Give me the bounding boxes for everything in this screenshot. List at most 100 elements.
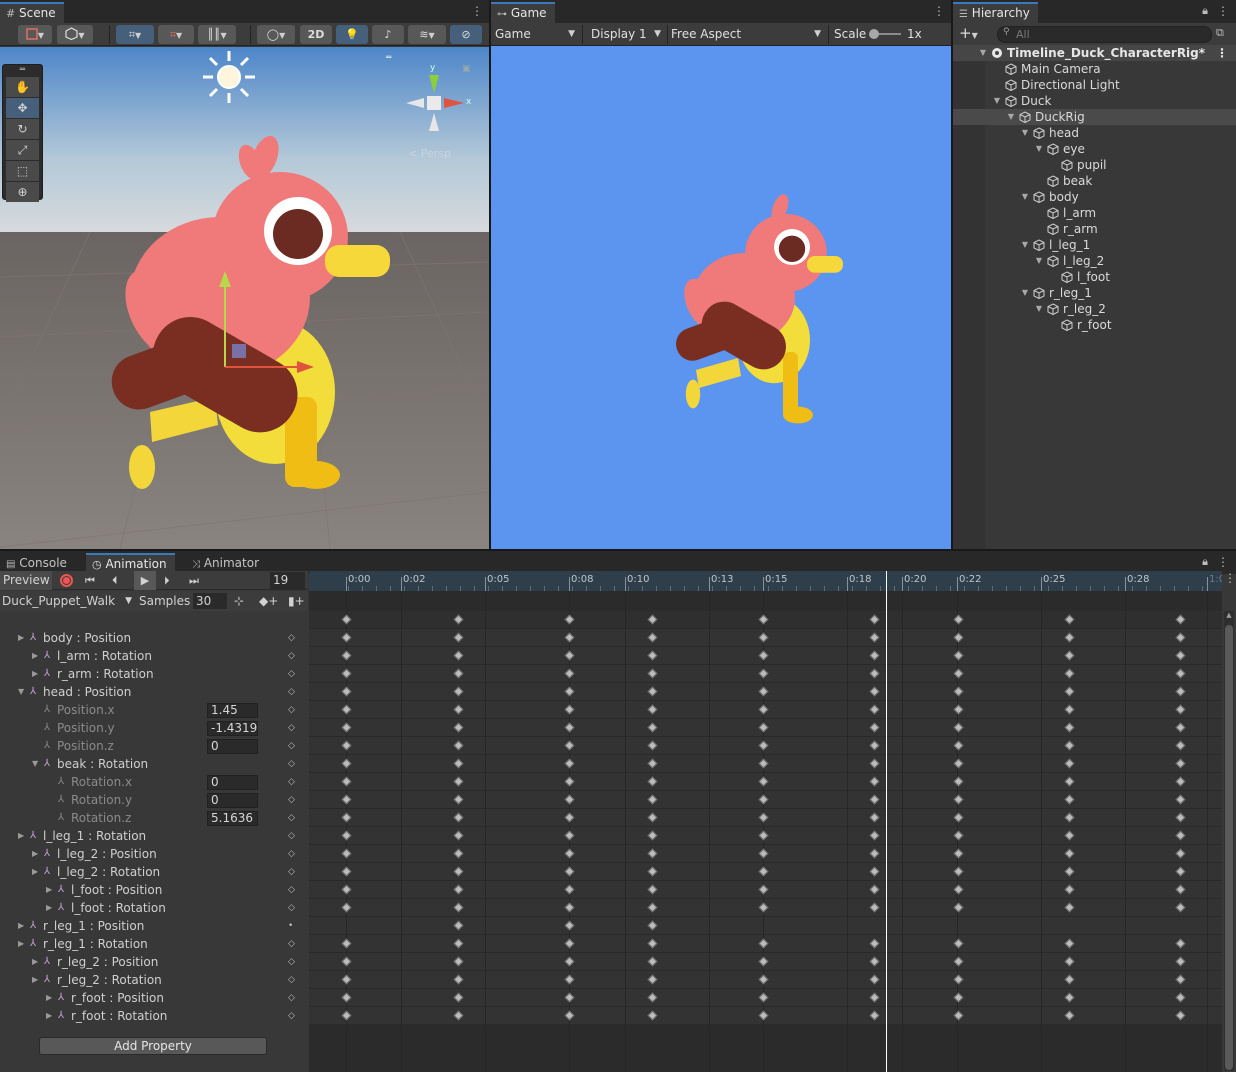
key-toggle-icon[interactable]: ◇ <box>288 867 295 877</box>
timeline-scrollbar[interactable]: ▲ <box>1224 611 1234 1071</box>
fold-arrow-icon[interactable]: ▶ <box>18 827 24 845</box>
property-value-field[interactable]: 0 <box>207 793 258 808</box>
scene-menu-icon[interactable]: ⋮ <box>471 3 483 19</box>
overlay-grip-icon[interactable]: ═ <box>3 65 42 77</box>
samples-field[interactable]: 30 <box>193 593 227 609</box>
scroll-up-icon[interactable]: ▲ <box>1224 611 1234 619</box>
fold-arrow-icon[interactable]: ▶ <box>46 881 52 899</box>
draw-mode-button[interactable]: ▼ <box>18 25 52 44</box>
fold-arrow-icon[interactable]: ▶ <box>18 917 24 935</box>
prev-key-button[interactable]: ⏴ <box>112 571 118 590</box>
scale-slider-thumb[interactable] <box>869 29 879 39</box>
audio-toggle-button[interactable]: ♪ <box>372 25 404 44</box>
key-toggle-icon[interactable]: ◇ <box>288 705 295 715</box>
persp-label[interactable]: < Persp <box>408 147 451 160</box>
fold-arrow-icon[interactable]: ▶ <box>32 647 38 665</box>
key-toggle-icon[interactable]: ◇ <box>288 813 295 823</box>
rect-tool-button[interactable]: ⬚ <box>6 161 39 181</box>
scene-viewport[interactable]: y x < Persp ▣ ═ ═ ✋ ✥ ↻ ⤢ ⬚ ⊕ <box>0 47 489 549</box>
property-label[interactable]: r_leg_2 : Rotation <box>57 971 162 989</box>
property-label[interactable]: r_arm : Rotation <box>57 665 154 683</box>
fold-arrow-icon[interactable]: ▶ <box>32 845 38 863</box>
scale-tool-button[interactable]: ⤢ <box>6 140 39 160</box>
hierarchy-item[interactable]: ▼ body <box>953 189 1236 205</box>
key-toggle-icon[interactable]: ◇ <box>288 741 295 751</box>
property-label[interactable]: Rotation.x <box>71 773 132 791</box>
property-value-field[interactable]: 1.45 <box>207 703 258 718</box>
animation-menu-icon[interactable]: ⋮ <box>1217 554 1229 570</box>
effects-button[interactable]: ≋▼ <box>408 25 446 44</box>
next-key-button[interactable]: ⏵ <box>164 571 170 590</box>
fold-arrow-icon[interactable]: ▼ <box>1033 253 1045 269</box>
fold-arrow-icon[interactable]: ▼ <box>32 755 38 773</box>
key-toggle-icon[interactable]: ◇ <box>288 687 295 697</box>
lock-view-icon[interactable]: ▣ <box>462 64 471 74</box>
scene-visibility-button[interactable]: ⊘ <box>450 25 482 44</box>
key-toggle-icon[interactable]: ◇ <box>288 1011 295 1021</box>
game-viewport[interactable] <box>491 46 951 549</box>
property-label[interactable]: r_foot : Position <box>71 989 164 1007</box>
key-toggle-icon[interactable]: ◇ <box>288 723 295 733</box>
property-label[interactable]: Position.x <box>57 701 115 719</box>
key-toggle-icon[interactable]: • <box>288 921 293 931</box>
fold-arrow-icon[interactable]: ▶ <box>18 629 24 647</box>
timeline-menu-icon[interactable]: ⋮ <box>1224 571 1236 585</box>
property-label[interactable]: beak : Rotation <box>57 755 148 773</box>
property-label[interactable]: body : Position <box>43 629 131 647</box>
tab-scene[interactable]: # Scene <box>0 2 64 23</box>
key-toggle-icon[interactable]: ◇ <box>288 957 295 967</box>
hierarchy-item[interactable]: beak <box>953 173 1236 189</box>
key-toggle-icon[interactable]: ◇ <box>288 633 295 643</box>
hierarchy-item[interactable]: l_foot <box>953 269 1236 285</box>
hierarchy-item[interactable]: Main Camera <box>953 61 1236 77</box>
search-input[interactable]: ⚲ All <box>997 26 1212 43</box>
fold-arrow-icon[interactable]: ▼ <box>1033 301 1045 317</box>
hierarchy-menu-icon[interactable]: ⋮ <box>1217 3 1229 19</box>
display-select[interactable]: Display 1 ▼ <box>587 23 667 45</box>
add-event-button[interactable]: ▮+ <box>288 591 305 611</box>
scrollbar-thumb[interactable] <box>1225 625 1233 1070</box>
fold-arrow-icon[interactable]: ▶ <box>18 935 24 953</box>
fold-arrow-icon[interactable]: ▼ <box>1005 109 1017 125</box>
play-button[interactable]: ▶ <box>134 571 156 590</box>
grid-visibility-button[interactable]: ║║▼ <box>198 25 236 44</box>
hierarchy-item[interactable]: r_arm <box>953 221 1236 237</box>
playhead[interactable] <box>886 571 887 1072</box>
property-label[interactable]: Position.z <box>57 737 114 755</box>
fold-arrow-icon[interactable]: ▼ <box>1019 189 1031 205</box>
fold-arrow-icon[interactable]: ▶ <box>32 971 38 989</box>
last-key-button[interactable]: ⏭ <box>189 571 199 590</box>
fold-arrow-icon[interactable]: ▶ <box>46 899 52 917</box>
fold-arrow-icon[interactable]: ▶ <box>46 989 52 1007</box>
scale-slider[interactable] <box>869 29 901 39</box>
add-property-button[interactable]: Add Property <box>39 1037 267 1055</box>
key-toggle-icon[interactable]: ◇ <box>288 777 295 787</box>
key-toggle-icon[interactable]: ◇ <box>288 939 295 949</box>
game-view-select[interactable]: Game ▼ <box>491 23 581 45</box>
dopesheet-row[interactable] <box>309 917 1222 935</box>
aspect-select[interactable]: Free Aspect ▼ <box>667 23 827 45</box>
property-label[interactable]: r_leg_2 : Position <box>57 953 158 971</box>
overlay-handle-icon[interactable]: ═ <box>386 53 391 63</box>
property-label[interactable]: r_foot : Rotation <box>71 1007 167 1025</box>
property-value-field[interactable]: 5.1636 <box>207 811 258 826</box>
property-label[interactable]: l_arm : Rotation <box>57 647 152 665</box>
key-toggle-icon[interactable]: ◇ <box>288 993 295 1003</box>
hierarchy-item[interactable]: ▼ Timeline_Duck_CharacterRig* ⋮ <box>953 45 1236 61</box>
rotate-tool-button[interactable]: ↻ <box>6 119 39 139</box>
key-toggle-icon[interactable]: ◇ <box>288 885 295 895</box>
fold-arrow-icon[interactable]: ▼ <box>977 45 989 61</box>
property-label[interactable]: r_leg_1 : Rotation <box>43 935 148 953</box>
key-toggle-icon[interactable]: ◇ <box>288 831 295 841</box>
lock-icon[interactable]: 🔒︎ <box>1200 3 1210 19</box>
add-keyframe-button[interactable]: ⊹ <box>234 591 244 611</box>
key-toggle-icon[interactable]: ◇ <box>288 759 295 769</box>
fold-arrow-icon[interactable]: ▼ <box>1019 125 1031 141</box>
fold-arrow-icon[interactable]: ▼ <box>18 683 24 701</box>
record-button[interactable] <box>60 574 73 587</box>
2d-toggle-button[interactable]: 2D <box>300 25 332 44</box>
fold-arrow-icon[interactable]: ▶ <box>32 863 38 881</box>
key-toggle-icon[interactable]: ◇ <box>288 975 295 985</box>
property-value-field[interactable]: 0 <box>207 739 258 754</box>
property-label[interactable]: l_leg_1 : Rotation <box>43 827 146 845</box>
